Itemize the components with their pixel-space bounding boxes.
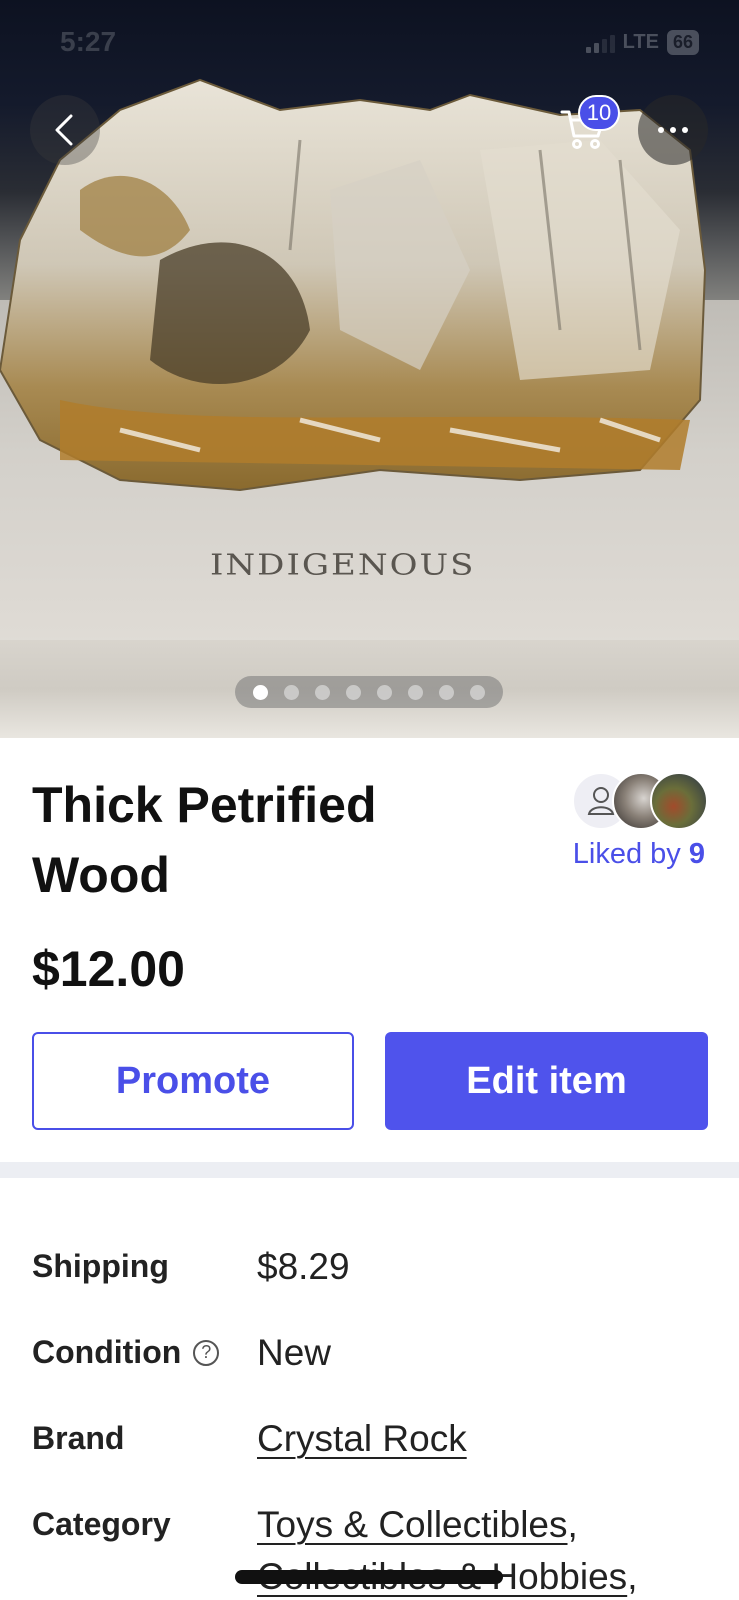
brand-link[interactable]: Crystal Rock — [257, 1418, 467, 1460]
help-icon[interactable]: ? — [193, 1339, 220, 1366]
user-icon — [587, 787, 615, 815]
back-button[interactable] — [30, 95, 100, 165]
condition-label-wrap: Condition ? — [32, 1334, 220, 1371]
pager-dot[interactable] — [284, 684, 299, 700]
photo-pager[interactable] — [235, 676, 503, 708]
redaction-mark — [235, 1570, 503, 1584]
section-divider — [0, 1162, 739, 1178]
network-type: LTE — [622, 31, 659, 53]
pager-dot[interactable] — [377, 684, 392, 700]
category-line-1: Toys & Collectibles, — [257, 1504, 578, 1546]
product-price: $12.00 — [32, 941, 185, 997]
more-dot-icon — [658, 127, 664, 133]
battery-icon: 66 — [666, 30, 699, 55]
pager-dot[interactable] — [346, 684, 361, 700]
engraving-text: INDIGENOUS — [210, 548, 476, 582]
condition-value: New — [257, 1332, 332, 1373]
status-bar: 5:27 LTE 66 — [0, 0, 739, 90]
signal-icon — [585, 33, 615, 53]
product-title: Thick Petrified Wood — [32, 777, 377, 903]
brand-label: Brand — [32, 1420, 125, 1456]
liked-by-link[interactable]: Liked by 9 — [573, 838, 705, 871]
more-dot-icon — [682, 127, 688, 133]
category-link-toys-collectibles[interactable]: Toys & Collectibles — [257, 1504, 568, 1545]
liked-by-label: Liked by — [572, 838, 681, 870]
pager-dot[interactable] — [470, 684, 485, 700]
avatar — [650, 772, 708, 830]
category-separator: , — [567, 1504, 578, 1545]
category-separator: , — [627, 1556, 638, 1597]
status-indicators: LTE 66 — [585, 30, 699, 55]
condition-label: Condition — [32, 1334, 182, 1370]
shipping-value: $8.29 — [257, 1246, 350, 1287]
product-photo[interactable]: INDIGENOUS — [0, 0, 739, 738]
edit-item-button[interactable]: Edit item — [385, 1032, 708, 1130]
liked-by-count: 9 — [688, 838, 705, 870]
status-time: 5:27 — [60, 26, 117, 57]
petrified-wood-rock — [0, 78, 707, 492]
pager-dot[interactable] — [253, 684, 268, 700]
cart-count-badge: 10 — [578, 95, 620, 131]
promote-button[interactable]: Promote — [32, 1032, 354, 1130]
likers-avatars[interactable] — [572, 772, 712, 832]
more-dot-icon — [670, 127, 676, 133]
chevron-left-icon — [55, 114, 73, 146]
more-options-button[interactable] — [638, 95, 708, 165]
pager-dot[interactable] — [439, 684, 454, 700]
pager-dot[interactable] — [315, 684, 330, 700]
category-label: Category — [32, 1506, 171, 1542]
pager-dot[interactable] — [408, 684, 423, 700]
shipping-label: Shipping — [32, 1248, 169, 1284]
